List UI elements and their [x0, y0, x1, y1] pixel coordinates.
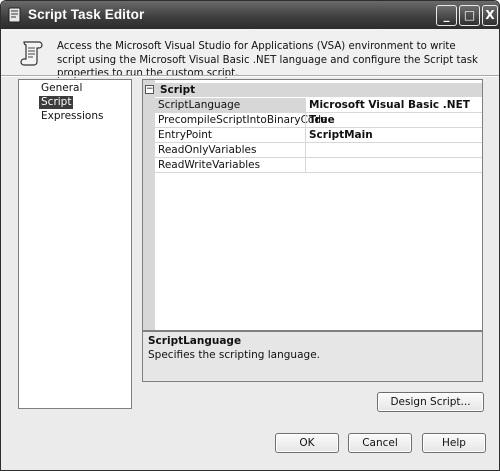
- property-grid: − Script ScriptLanguage Microsoft Visual…: [142, 79, 483, 331]
- property-value[interactable]: ScriptMain: [309, 128, 373, 142]
- property-description-panel: ScriptLanguage Specifies the scripting l…: [142, 331, 483, 382]
- column-separator: [305, 98, 306, 112]
- property-row-readonlyvariables[interactable]: ReadOnlyVariables: [155, 143, 482, 158]
- nav-item-script[interactable]: Script: [39, 96, 74, 109]
- maximize-button[interactable]: □: [459, 5, 480, 26]
- help-button[interactable]: Help: [422, 433, 486, 453]
- column-separator: [305, 158, 306, 172]
- property-name: PrecompileScriptIntoBinaryCode: [158, 114, 328, 126]
- property-row-precompile[interactable]: PrecompileScriptIntoBinaryCode True: [155, 113, 482, 128]
- window-title: Script Task Editor: [28, 7, 145, 22]
- script-task-icon: [8, 7, 21, 23]
- property-name: ReadOnlyVariables: [158, 144, 257, 156]
- script-task-editor-window: Script Task Editor _ □ X Access the Micr…: [0, 0, 500, 471]
- design-script-button[interactable]: Design Script...: [377, 392, 484, 412]
- description-text: Specifies the scripting language.: [148, 349, 320, 361]
- category-label: Script: [160, 84, 196, 96]
- minimize-button[interactable]: _: [436, 5, 457, 26]
- nav-item-expressions[interactable]: Expressions: [39, 110, 105, 123]
- property-row-scriptlanguage[interactable]: ScriptLanguage Microsoft Visual Basic .N…: [155, 98, 482, 113]
- column-separator: [305, 143, 306, 157]
- ok-button[interactable]: OK: [275, 433, 339, 453]
- property-name: EntryPoint: [158, 129, 213, 141]
- property-row-entrypoint[interactable]: EntryPoint ScriptMain: [155, 128, 482, 143]
- property-name: ReadWriteVariables: [158, 159, 261, 171]
- description-title: ScriptLanguage: [148, 335, 242, 347]
- column-separator: [305, 128, 306, 142]
- column-separator: [305, 113, 306, 127]
- nav-item-general[interactable]: General: [39, 82, 84, 95]
- property-name: ScriptLanguage: [155, 98, 305, 112]
- header-banner: Access the Microsoft Visual Studio for A…: [1, 29, 499, 79]
- collapse-icon[interactable]: −: [145, 85, 154, 94]
- page-navigation-list: General Script Expressions: [18, 79, 132, 409]
- scroll-icon: [20, 41, 43, 66]
- property-row-readwritevariables[interactable]: ReadWriteVariables: [155, 158, 482, 173]
- header-divider: [1, 75, 499, 77]
- property-grid-gutter: [143, 80, 155, 330]
- property-value[interactable]: True: [309, 113, 335, 127]
- close-button[interactable]: X: [482, 5, 498, 26]
- cancel-button[interactable]: Cancel: [348, 433, 412, 453]
- category-row-script[interactable]: − Script: [143, 83, 482, 97]
- title-bar[interactable]: Script Task Editor _ □ X: [1, 1, 499, 29]
- property-value[interactable]: Microsoft Visual Basic .NET: [309, 98, 470, 112]
